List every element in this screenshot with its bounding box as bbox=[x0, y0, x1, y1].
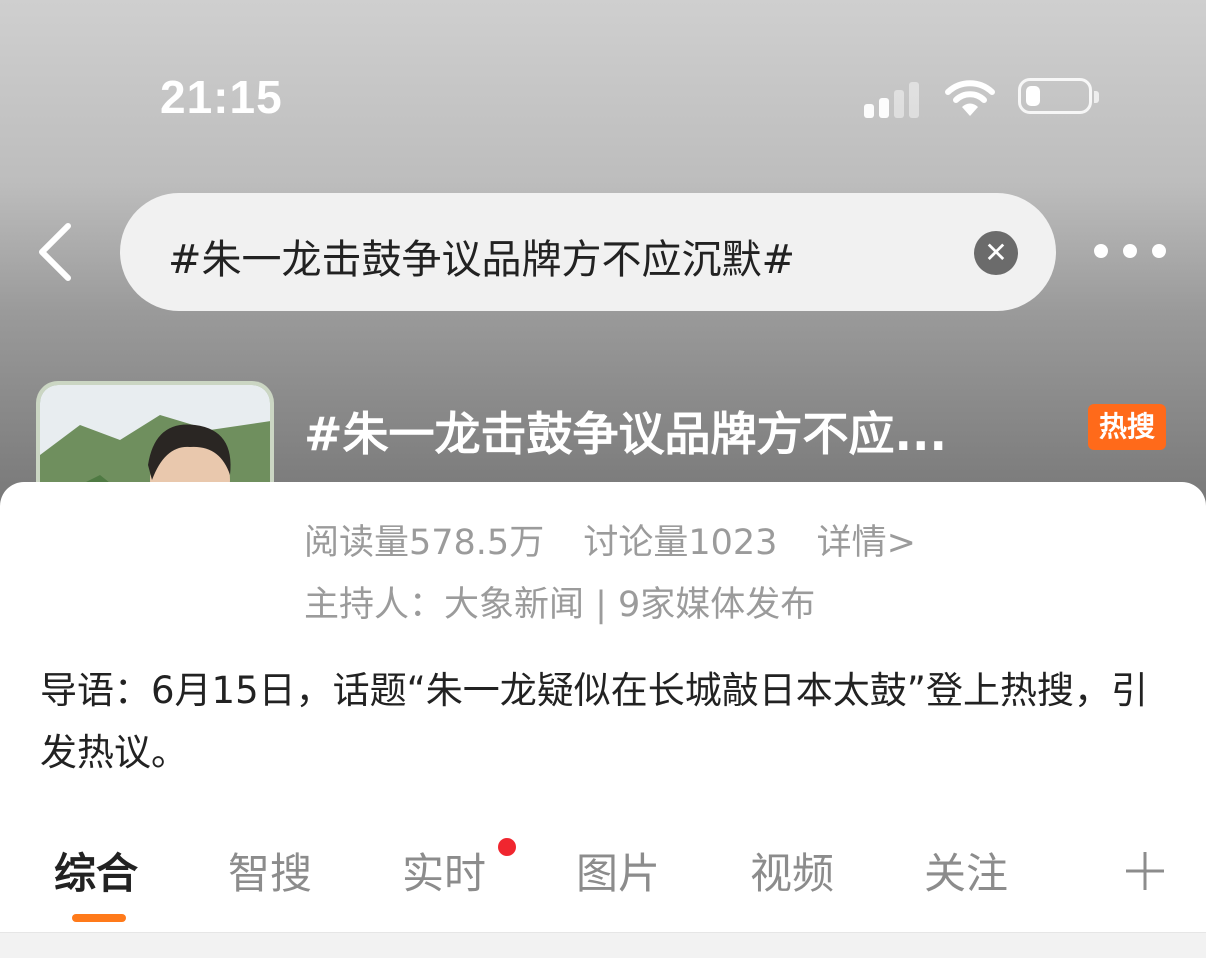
more-options-icon[interactable] bbox=[1094, 240, 1168, 264]
details-link[interactable]: 详情> bbox=[817, 523, 916, 563]
tab-smart-search[interactable]: 智搜 bbox=[228, 840, 312, 901]
tab-videos[interactable]: 视频 bbox=[750, 840, 834, 901]
topic-host[interactable]: 主持人：大象新闻 | 9家媒体发布 bbox=[304, 576, 815, 627]
search-bar[interactable]: #朱一龙击鼓争议品牌方不应沉默# ✕ bbox=[120, 193, 1056, 311]
read-count: 阅读量578.5万 bbox=[304, 523, 545, 563]
hot-search-badge: 热搜 bbox=[1088, 404, 1166, 450]
topic-title: #朱一龙击鼓争议品牌方不应... bbox=[304, 407, 947, 461]
active-tab-indicator bbox=[72, 914, 126, 922]
wifi-icon bbox=[945, 80, 995, 116]
status-time: 21:15 bbox=[160, 71, 283, 123]
tab-bar: 综合 智搜 实时 图片 视频 关注 bbox=[0, 840, 1206, 930]
content-divider bbox=[0, 932, 1206, 958]
discussion-count: 讨论量1023 bbox=[583, 523, 778, 563]
back-arrow-icon[interactable] bbox=[34, 222, 84, 282]
tab-images[interactable]: 图片 bbox=[576, 840, 660, 901]
topic-intro: 导语：6月15日，话题“朱一龙疑似在长城敲日本太鼓”登上热搜，引发热议。 bbox=[40, 669, 1148, 774]
close-icon[interactable]: ✕ bbox=[974, 231, 1018, 275]
battery-icon bbox=[1018, 78, 1099, 114]
topic-stats: 阅读量578.5万 讨论量1023 详情> bbox=[304, 514, 944, 565]
plus-icon[interactable] bbox=[1124, 850, 1166, 892]
tab-following[interactable]: 关注 bbox=[924, 840, 1008, 901]
tab-comprehensive[interactable]: 综合 bbox=[54, 840, 138, 901]
notification-dot bbox=[498, 838, 516, 856]
tab-realtime[interactable]: 实时 bbox=[402, 840, 486, 901]
cellular-signal-icon bbox=[864, 78, 924, 118]
search-input[interactable]: #朱一龙击鼓争议品牌方不应沉默# bbox=[168, 227, 795, 285]
